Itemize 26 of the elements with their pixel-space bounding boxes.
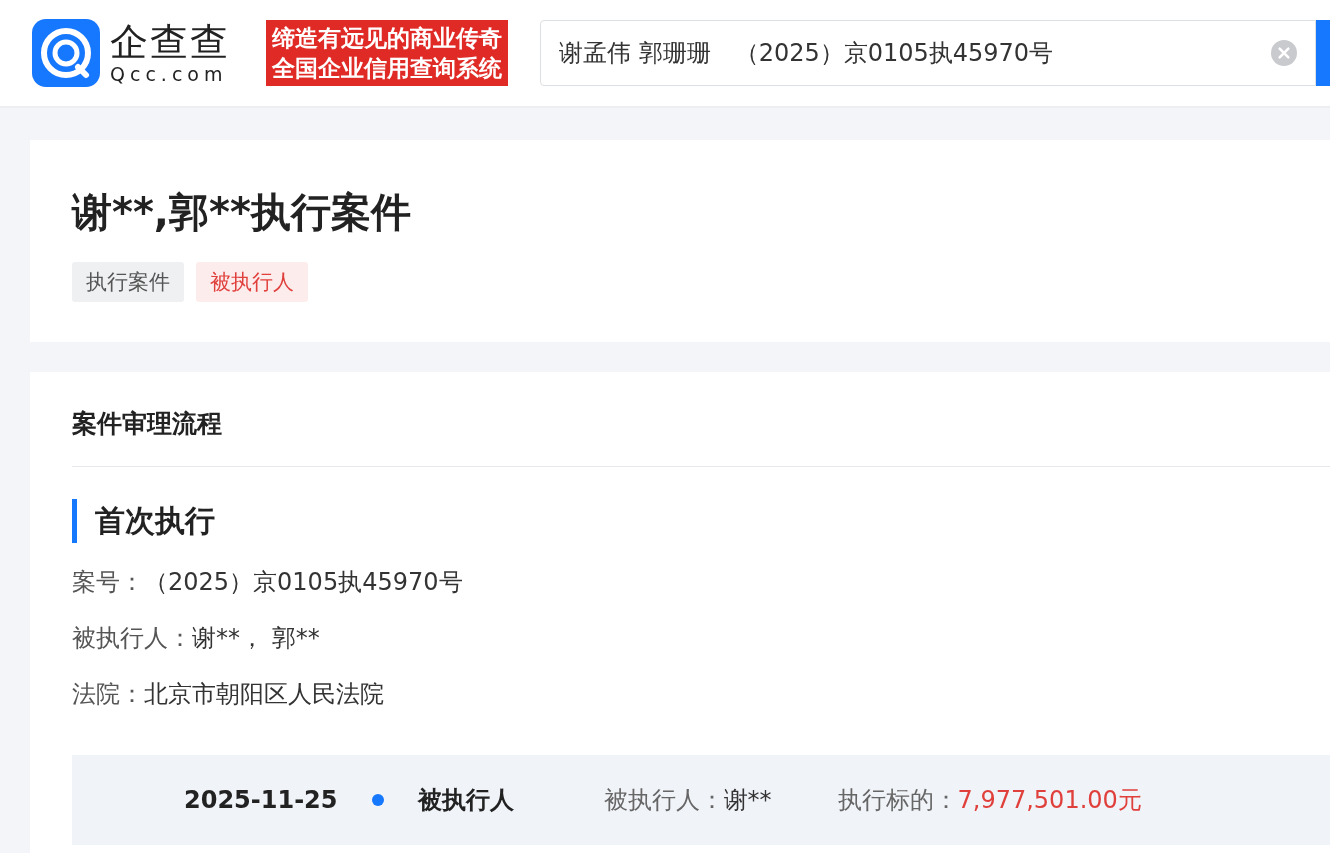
search-text: 谢孟伟 郭珊珊 （2025）京0105执45970号 <box>559 38 1055 69</box>
field-label: 案号： <box>72 567 144 598</box>
timeline-dot <box>371 794 384 806</box>
logo-domain: Qcc.com <box>110 63 229 85</box>
logo-name: 企查查 <box>110 21 231 63</box>
search-field[interactable]: 谢孟伟 郭珊珊 （2025）京0105执45970号 <box>540 20 1316 86</box>
case-tag: 被执行人 <box>196 262 308 302</box>
field-label: 被执行人： <box>72 623 192 654</box>
field-value: 谢**， 郭** <box>192 623 320 654</box>
party-value: 谢** <box>723 785 772 816</box>
amount-label: 执行标的： <box>837 785 958 816</box>
stage-heading: 首次执行 <box>72 499 1330 543</box>
timeline-date: 2025-11-25 <box>184 786 338 814</box>
section-heading: 案件审理流程 <box>72 408 223 440</box>
case-title: 谢**,郭**执行案件 <box>72 188 412 237</box>
slogan-banner: 缔造有远见的商业传奇 全国企业信用查询系统 <box>266 20 508 86</box>
field-label: 法院： <box>72 679 144 710</box>
field-value: 北京市朝阳区人民法院 <box>144 679 384 710</box>
timeline-event: 被执行人 <box>417 785 514 816</box>
party-label: 被执行人： <box>603 785 724 816</box>
clear-icon[interactable] <box>1271 40 1297 66</box>
case-tag: 执行案件 <box>72 262 184 302</box>
field-value: （2025）京0105执45970号 <box>144 567 463 598</box>
logo-icon <box>32 19 100 87</box>
search-button[interactable] <box>1316 20 1330 86</box>
amount-value: 7,977,501.00元 <box>957 785 1142 816</box>
